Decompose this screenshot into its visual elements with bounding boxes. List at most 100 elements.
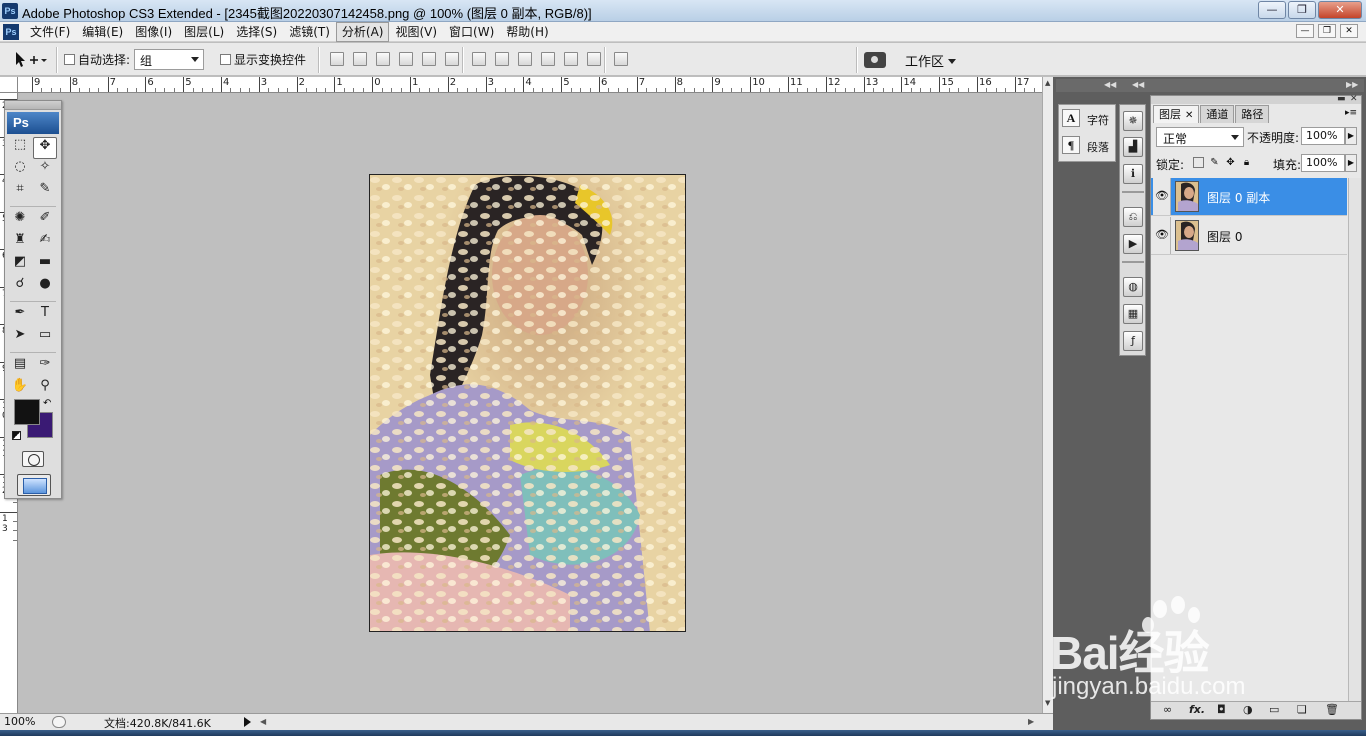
menu-item-9[interactable]: 帮助(H) (500, 22, 554, 42)
distribute-vcenter-icon[interactable] (495, 52, 509, 66)
minimize-button[interactable]: — (1258, 1, 1286, 19)
panel-tab-2[interactable]: 路径 (1235, 105, 1270, 123)
lock-transparency-icon[interactable] (1193, 157, 1204, 168)
menu-item-6[interactable]: 分析(A) (335, 22, 390, 42)
blend-mode-dropdown[interactable]: 正常 (1156, 127, 1244, 147)
info-icon[interactable]: ℹ (1123, 164, 1143, 184)
marquee-tool[interactable]: ⬚ (8, 137, 32, 159)
menu-item-5[interactable]: 滤镜(T) (283, 22, 336, 42)
fill-input[interactable]: 100% (1301, 154, 1345, 172)
delete-layer-icon[interactable]: 🗑︎ (1325, 703, 1339, 716)
bridge-icon[interactable] (864, 52, 886, 68)
actions-icon[interactable]: ▶ (1123, 234, 1143, 254)
close-button[interactable]: ✕ (1318, 1, 1362, 19)
dodge-tool[interactable]: ● (33, 276, 57, 298)
panel-tab-0[interactable]: 图层 ✕ (1153, 105, 1200, 123)
opacity-slider-arrow-icon[interactable]: ▶ (1345, 127, 1357, 145)
distribute-right-icon[interactable] (587, 52, 601, 66)
new-layer-icon[interactable]: ❏ (1297, 703, 1307, 716)
zoom-menu-icon[interactable] (52, 716, 66, 728)
ruler-origin[interactable] (0, 77, 18, 93)
layer-thumbnail[interactable] (1175, 220, 1199, 251)
distribute-top-icon[interactable] (472, 52, 486, 66)
notes-tool[interactable]: ▤ (8, 356, 32, 378)
panel-minimize-icon[interactable]: ▬ (1337, 94, 1346, 104)
fill-slider-arrow-icon[interactable]: ▶ (1345, 154, 1357, 172)
screen-mode-button[interactable] (17, 474, 51, 496)
eye-icon[interactable]: 👁︎ (1155, 189, 1169, 203)
scroll-up-icon[interactable]: ▲ (1045, 79, 1050, 87)
eraser-tool[interactable]: ◩ (8, 254, 32, 276)
document-canvas-image[interactable] (369, 174, 686, 632)
ps-logo[interactable]: Ps (7, 112, 59, 134)
align-right-icon[interactable] (445, 52, 459, 66)
fx-icon[interactable]: fx. (1189, 703, 1205, 716)
layers-panel-grip[interactable]: ▬ ✕ (1151, 94, 1361, 104)
distribute-left-icon[interactable] (541, 52, 555, 66)
align-top-icon[interactable] (330, 52, 344, 66)
move-tool-icon[interactable] (10, 49, 50, 71)
pen-tool[interactable]: ✒ (8, 305, 32, 327)
color-icon[interactable]: ◍ (1123, 277, 1143, 297)
auto-select-checkbox[interactable]: 自动选择: (64, 51, 130, 68)
align-bottom-icon[interactable] (376, 52, 390, 66)
auto-select-checkbox-box[interactable] (64, 54, 75, 65)
opacity-input[interactable]: 100% (1301, 127, 1345, 145)
layer-name[interactable]: 图层 0 副本 (1207, 189, 1270, 206)
zoom-level[interactable]: 100% (4, 715, 35, 728)
layer-row[interactable]: 👁︎ 图层 0 (1151, 217, 1347, 255)
photoshop-app-icon[interactable]: Ps (2, 3, 18, 19)
menu-item-7[interactable]: 视图(V) (389, 22, 443, 42)
scroll-left-icon[interactable]: ◀ (260, 717, 266, 726)
menu-item-4[interactable]: 选择(S) (230, 22, 283, 42)
doc-minimize-button[interactable]: — (1296, 24, 1314, 38)
scroll-right-icon[interactable]: ▶ (1028, 717, 1034, 726)
auto-select-dropdown[interactable]: 组 (134, 49, 204, 70)
magic-wand-tool[interactable]: ✧ (33, 159, 57, 181)
quick-mask-button[interactable] (22, 451, 44, 467)
auto-align-layers-icon[interactable] (614, 52, 628, 66)
menu-item-0[interactable]: 文件(F) (24, 22, 76, 42)
scroll-down-icon[interactable]: ▼ (1045, 699, 1050, 707)
gradient-tool[interactable]: ▬ (33, 254, 57, 276)
history-icon[interactable]: ⎌ (1123, 207, 1143, 227)
lasso-tool[interactable]: ◌ (8, 159, 32, 181)
show-transform-checkbox[interactable]: 显示变换控件 (220, 51, 306, 68)
brush-tool[interactable]: ✐ (33, 210, 57, 232)
expand-dock-icon[interactable]: ▶▶ (1346, 80, 1358, 89)
tab-close-icon[interactable]: ✕ (1185, 110, 1193, 121)
distribute-hcenter-icon[interactable] (564, 52, 578, 66)
foreground-color-swatch[interactable] (14, 399, 40, 425)
toolbox-grip[interactable] (5, 101, 61, 110)
history-brush-tool[interactable]: ✍ (33, 232, 57, 254)
horizontal-ruler[interactable]: 9 8 7 6 5 4 3 2 1 0 1 2 3 4 5 6 7 8 9 10 11 12 13 14 15 16 17 (18, 77, 1042, 93)
panel-close-icon[interactable]: ✕ (1350, 94, 1358, 104)
styles-icon[interactable]: ƒ (1123, 331, 1143, 351)
show-transform-checkbox-box[interactable] (220, 54, 231, 65)
collapse-dock-icon[interactable]: ◀◀ (1132, 80, 1144, 89)
align-vcenter-icon[interactable] (353, 52, 367, 66)
menu-item-1[interactable]: 编辑(E) (76, 22, 129, 42)
lock-image-icon[interactable]: ✎ (1209, 157, 1220, 168)
hand-tool[interactable]: ✋ (8, 378, 32, 400)
default-colors-icon[interactable] (12, 431, 21, 440)
menu-item-2[interactable]: 图像(I) (129, 22, 178, 42)
healing-brush-tool[interactable]: ✺ (8, 210, 32, 232)
document-icon[interactable]: Ps (3, 24, 19, 40)
swap-colors-icon[interactable]: ↶ (43, 398, 51, 409)
vertical-scrollbar[interactable]: ▲ ▼ (1042, 77, 1053, 713)
crop-tool[interactable]: ⌗ (8, 181, 32, 203)
menu-item-8[interactable]: 窗口(W) (443, 22, 500, 42)
slice-tool[interactable]: ✎ (33, 181, 57, 203)
link-layers-icon[interactable]: ∞ (1163, 703, 1172, 716)
distribute-bottom-icon[interactable] (518, 52, 532, 66)
eyedropper-tool[interactable]: ✑ (33, 356, 57, 378)
doc-close-button[interactable]: ✕ (1340, 24, 1358, 38)
panel-menu-icon[interactable]: ▸≡ (1345, 108, 1357, 118)
path-selection-tool[interactable]: ➤ (8, 327, 32, 349)
adjustment-layer-icon[interactable]: ◑ (1243, 703, 1253, 716)
histogram-icon[interactable]: ▟ (1123, 137, 1143, 157)
collapse-dock-icon[interactable]: ◀◀ (1104, 80, 1116, 89)
layer-row[interactable]: 👁︎ 图层 0 副本 (1151, 178, 1347, 216)
clone-stamp-tool[interactable]: ♜ (8, 232, 32, 254)
